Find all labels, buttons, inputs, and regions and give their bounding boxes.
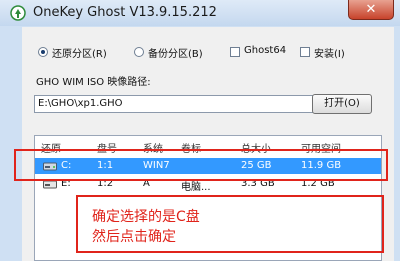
image-path-combobox[interactable]: E:\GHO\xp1.GHO ▼	[34, 95, 326, 113]
title-bar[interactable]: OneKey Ghost V13.9.15.212 ✕	[0, 0, 400, 26]
open-button[interactable]: 打开(O)	[312, 94, 372, 114]
onekey-ghost-window: OneKey Ghost V13.9.15.212 ✕ 还原分区(R) 备份分区…	[0, 0, 400, 261]
install-label[interactable]: 安装(I)	[314, 45, 345, 60]
install-checkbox[interactable]	[300, 47, 310, 57]
restore-radio[interactable]	[38, 47, 48, 57]
restore-label[interactable]: 还原分区(R)	[52, 45, 107, 60]
app-ghost-icon	[10, 5, 26, 21]
ghost64-label[interactable]: Ghost64	[244, 45, 286, 56]
backup-radio[interactable]	[134, 47, 144, 57]
image-path-label: GHO WIM ISO 映像路径:	[36, 77, 151, 88]
window-title: OneKey Ghost V13.9.15.212	[33, 5, 217, 20]
annotation-line-1: 确定选择的是C盘	[92, 209, 200, 225]
close-button[interactable]: ✕	[348, 0, 394, 20]
image-path-value: E:\GHO\xp1.GHO	[38, 98, 123, 109]
backup-label[interactable]: 备份分区(B)	[148, 45, 203, 60]
highlight-box	[14, 149, 388, 181]
annotation-line-2: 然后点击确定	[92, 229, 176, 245]
ghost64-checkbox[interactable]	[230, 47, 240, 57]
